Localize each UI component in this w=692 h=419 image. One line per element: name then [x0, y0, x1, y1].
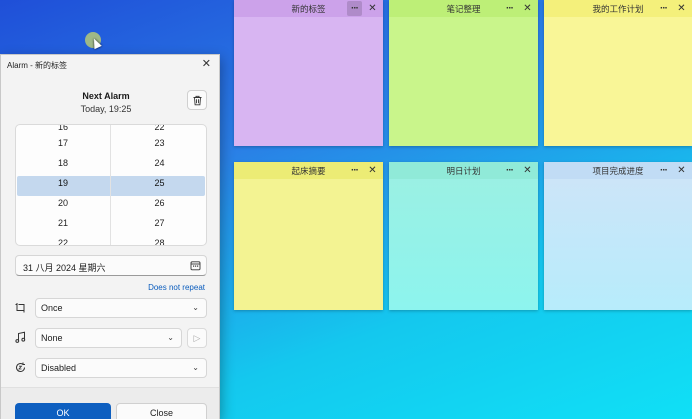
sticky-note[interactable]: 新的标签 ··· ✕ — [234, 0, 383, 146]
minute-option-selected[interactable]: 25 — [112, 173, 206, 193]
hour-option[interactable]: 22 — [16, 233, 110, 245]
sound-value: None — [41, 333, 63, 343]
hour-option[interactable]: 21 — [16, 213, 110, 233]
play-sound-button[interactable]: ▷ — [187, 328, 207, 348]
minute-option[interactable]: 22 — [112, 125, 206, 133]
play-icon: ▷ — [193, 332, 201, 343]
recurrence-dropdown[interactable]: Once ⌄ — [35, 298, 207, 318]
more-options-icon[interactable]: ··· — [502, 1, 517, 16]
hour-option-selected[interactable]: 19 — [16, 173, 110, 193]
close-button[interactable]: Close — [116, 403, 207, 419]
close-icon[interactable]: ✕ — [520, 1, 535, 16]
chevron-down-icon: ⌄ — [167, 333, 174, 342]
more-options-icon[interactable]: ··· — [502, 163, 517, 178]
chevron-down-icon: ⌄ — [192, 363, 199, 372]
time-picker[interactable]: 16 17 18 19 20 21 22 22 23 24 25 26 27 2… — [15, 124, 207, 246]
close-icon[interactable]: ✕ — [365, 1, 380, 16]
more-options-icon[interactable]: ··· — [347, 163, 362, 178]
hour-option[interactable]: 16 — [16, 125, 110, 133]
snooze-value: Disabled — [41, 363, 77, 373]
snooze-icon — [16, 362, 26, 373]
minute-option[interactable]: 24 — [112, 153, 206, 173]
sticky-note[interactable]: 起床摘要 ··· ✕ — [234, 162, 383, 310]
close-icon[interactable]: ✕ — [674, 163, 689, 178]
date-picker[interactable]: 31 八月 2024 星期六 — [15, 255, 207, 276]
next-alarm-time: Today, 19:25 — [80, 104, 132, 114]
note-title-bar[interactable]: 我的工作计划 ··· ✕ — [544, 0, 692, 17]
sticky-note[interactable]: 项目完成进度 ··· ✕ — [544, 162, 692, 310]
recurrence-value: Once — [41, 303, 63, 313]
dialog-title-bar[interactable]: Alarm - 新的标签 ✕ — [1, 55, 219, 73]
hour-option[interactable]: 18 — [16, 153, 110, 173]
dialog-title: Alarm - 新的标签 — [7, 61, 67, 70]
minute-option[interactable]: 27 — [112, 213, 206, 233]
close-icon[interactable]: ✕ — [674, 1, 689, 16]
sticky-note[interactable]: 我的工作计划 ··· ✕ — [544, 0, 692, 146]
next-alarm-label: Next Alarm — [82, 91, 130, 101]
sound-dropdown[interactable]: None ⌄ — [35, 328, 182, 348]
close-icon[interactable]: ✕ — [365, 163, 380, 178]
more-options-icon[interactable]: ··· — [656, 1, 671, 16]
snooze-dropdown[interactable]: Disabled ⌄ — [35, 358, 207, 378]
minute-column[interactable]: 22 23 24 25 26 27 28 — [112, 125, 206, 245]
dialog-footer: OK Close — [1, 387, 219, 419]
ok-button[interactable]: OK — [15, 403, 111, 419]
sticky-note[interactable]: 明日计划 ··· ✕ — [389, 162, 538, 310]
date-value: 31 八月 2024 星期六 — [23, 263, 106, 273]
hour-option[interactable]: 17 — [16, 133, 110, 153]
calendar-icon[interactable] — [190, 260, 201, 271]
hour-option[interactable]: 20 — [16, 193, 110, 213]
note-title-bar[interactable]: 笔记整理 ··· ✕ — [389, 0, 538, 17]
note-title-bar[interactable]: 项目完成进度 ··· ✕ — [544, 162, 692, 179]
more-options-icon[interactable]: ··· — [656, 163, 671, 178]
note-title-bar[interactable]: 明日计划 ··· ✕ — [389, 162, 538, 179]
minute-option[interactable]: 23 — [112, 133, 206, 153]
more-options-icon[interactable]: ··· — [347, 1, 362, 16]
repeat-link[interactable]: Does not repeat — [148, 283, 205, 292]
sticky-note[interactable]: 笔记整理 ··· ✕ — [389, 0, 538, 146]
delete-alarm-button[interactable] — [187, 90, 207, 110]
note-title-bar[interactable]: 新的标签 ··· ✕ — [234, 0, 383, 17]
repeat-icon — [15, 303, 25, 313]
close-icon[interactable]: ✕ — [202, 57, 211, 70]
music-note-icon — [15, 331, 26, 343]
alarm-dialog: Alarm - 新的标签 ✕ Next Alarm Today, 19:25 1… — [0, 54, 220, 419]
hour-column[interactable]: 16 17 18 19 20 21 22 — [16, 125, 111, 245]
close-icon[interactable]: ✕ — [520, 163, 535, 178]
note-title-bar[interactable]: 起床摘要 ··· ✕ — [234, 162, 383, 179]
minute-option[interactable]: 28 — [112, 233, 206, 245]
chevron-down-icon: ⌄ — [192, 303, 199, 312]
minute-option[interactable]: 26 — [112, 193, 206, 213]
trash-icon — [193, 95, 201, 105]
